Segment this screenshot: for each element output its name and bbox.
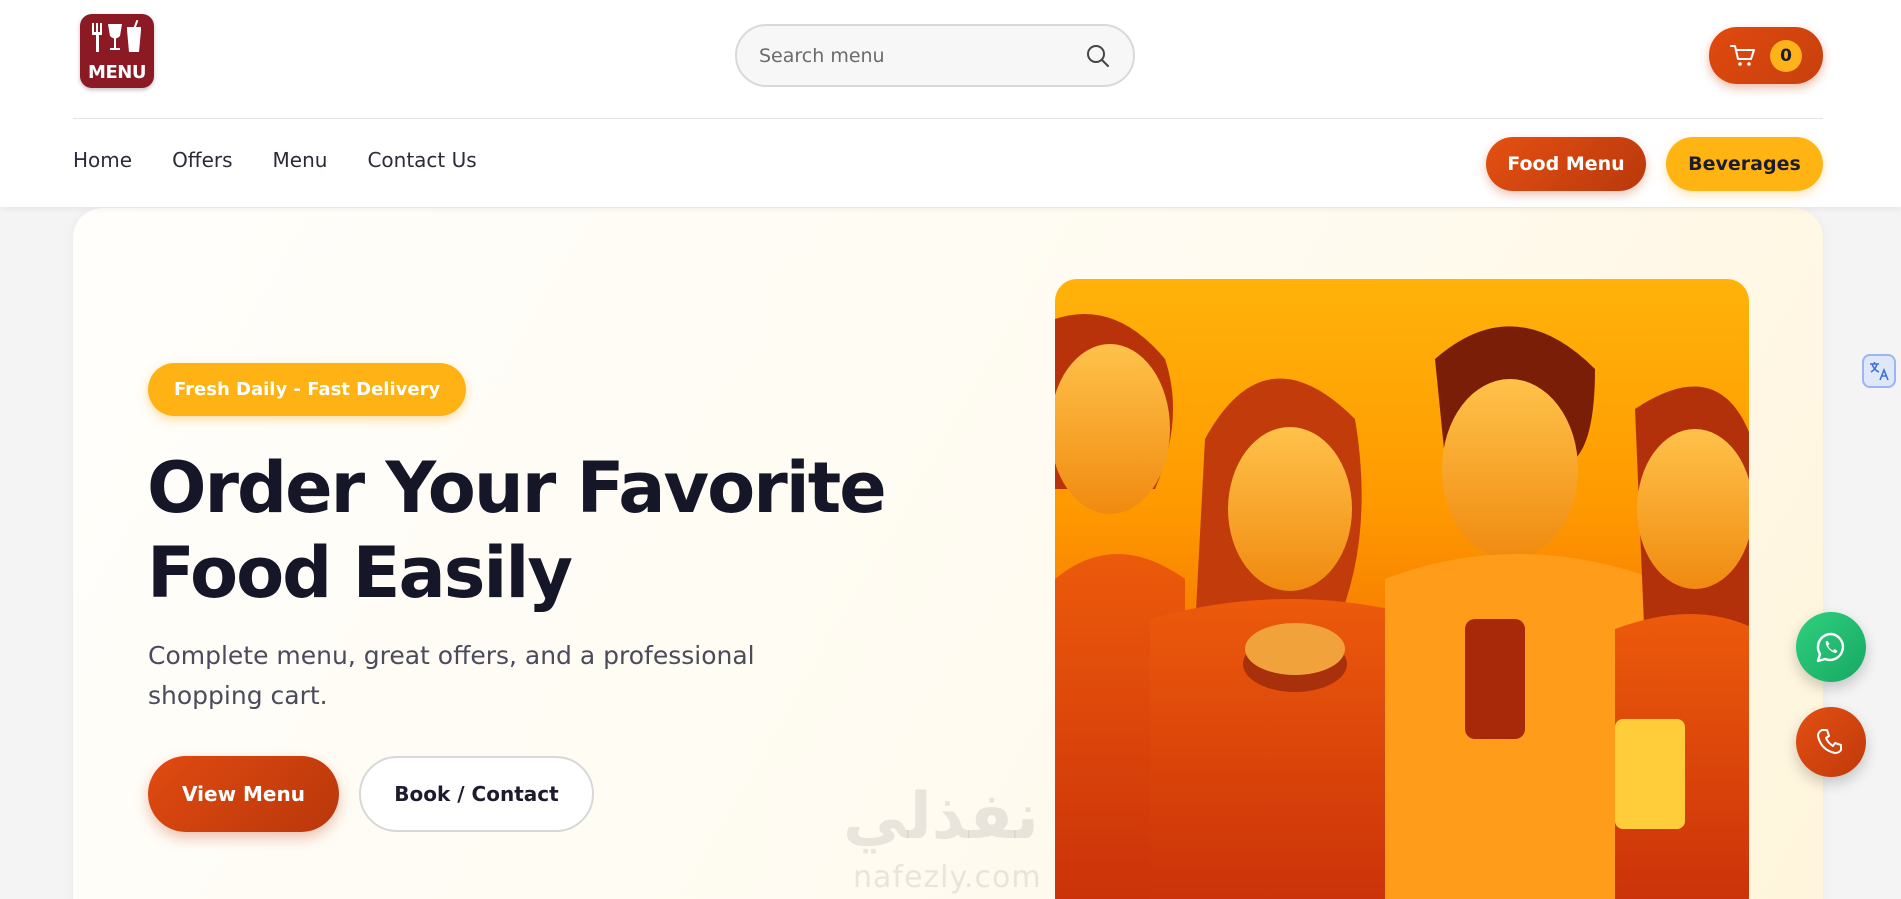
nav-item-contact-us[interactable]: Contact Us xyxy=(367,148,476,172)
fork-wine-cup-icon xyxy=(92,20,141,52)
cart-icon xyxy=(1730,44,1755,66)
hero-section: Fresh Daily - Fast Delivery Order Your F… xyxy=(73,208,1823,899)
nav-item-offers[interactable]: Offers xyxy=(172,148,232,172)
logo-text: MENU xyxy=(88,62,146,83)
hero-subtitle: Complete menu, great offers, and a profe… xyxy=(148,641,755,710)
hero-title-line-2: Food Easily xyxy=(147,532,573,614)
phone-button[interactable] xyxy=(1796,707,1866,777)
hero-image xyxy=(1055,279,1749,899)
header-divider xyxy=(73,118,1823,119)
nav-item-menu[interactable]: Menu xyxy=(273,148,328,172)
cart-button[interactable]: 0 xyxy=(1709,27,1823,84)
search-bar xyxy=(735,24,1135,87)
food-menu-button[interactable]: Food Menu xyxy=(1486,137,1646,191)
hero-badge: Fresh Daily - Fast Delivery xyxy=(148,363,467,416)
book-contact-button[interactable]: Book / Contact xyxy=(359,756,594,832)
people-eating-illustration xyxy=(1055,314,1749,899)
main-nav: Home Offers Menu Contact Us xyxy=(73,148,477,172)
search-icon[interactable] xyxy=(1085,43,1111,69)
hero-title: Order Your Favorite Food Easily xyxy=(147,446,907,616)
logo[interactable]: MENU xyxy=(80,14,154,88)
watermark-latin: nafezly.com xyxy=(853,860,1042,895)
hero-title-line-1: Order Your Favorite xyxy=(147,447,887,529)
cart-count-badge: 0 xyxy=(1770,39,1802,72)
translate-icon[interactable] xyxy=(1862,354,1896,388)
nav-item-home[interactable]: Home xyxy=(73,148,132,172)
whatsapp-button[interactable] xyxy=(1796,612,1866,682)
phone-icon xyxy=(1817,729,1842,754)
watermark-arabic: نفذلي xyxy=(843,780,1039,854)
site-header: MENU 0 Home Offers Menu Contact Us Food … xyxy=(0,0,1901,207)
whatsapp-icon xyxy=(1816,632,1845,663)
beverages-button[interactable]: Beverages xyxy=(1666,137,1823,191)
search-input[interactable] xyxy=(759,44,1085,67)
view-menu-button[interactable]: View Menu xyxy=(148,756,339,832)
translate-glyph-icon xyxy=(1870,362,1889,381)
